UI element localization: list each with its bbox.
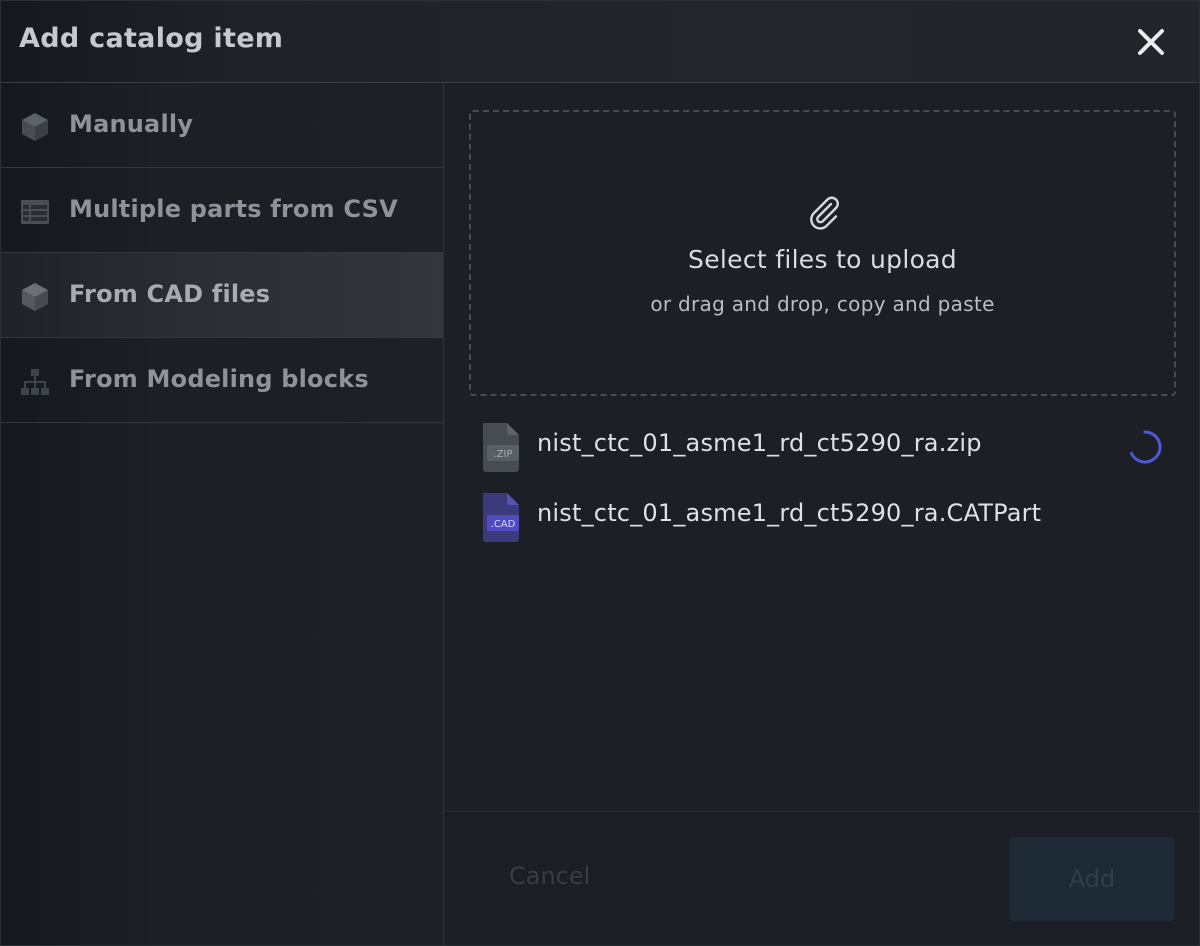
sidebar-item-label: From CAD files [69, 280, 271, 308]
file-name: nist_ctc_01_asme1_rd_ct5290_ra.zip [537, 429, 982, 457]
sidebar-item-label: Multiple parts from CSV [69, 195, 398, 223]
cancel-button[interactable]: Cancel [509, 862, 590, 890]
cube-icon [22, 283, 48, 311]
dropzone-subtitle: or drag and drop, copy and paste [650, 292, 995, 316]
table-icon [21, 200, 49, 224]
file-badge: .ZIP [493, 449, 512, 460]
dropzone-title: Select files to upload [688, 245, 957, 274]
zip-file-icon: .ZIP [483, 423, 519, 472]
file-list-item: .CAD nist_ctc_01_asme1_rd_ct5290_ra.CATP… [477, 491, 1177, 547]
add-catalog-item-dialog: Add catalog item Manually Multiple parts… [0, 0, 1200, 946]
add-button[interactable]: Add [1009, 837, 1175, 921]
dialog-title: Add catalog item [19, 23, 284, 54]
loading-spinner-icon [1130, 430, 1162, 464]
sidebar-item-modeling-blocks[interactable]: From Modeling blocks [1, 338, 443, 423]
dialog-footer: Cancel Add [444, 811, 1199, 945]
source-sidebar: Manually Multiple parts from CSV From CA… [1, 83, 444, 945]
sidebar-item-manually[interactable]: Manually [1, 83, 443, 168]
sidebar-item-label: Manually [69, 110, 194, 138]
sidebar-item-cad-files[interactable]: From CAD files [1, 253, 443, 338]
file-badge: .CAD [491, 519, 516, 530]
cube-icon [22, 113, 48, 141]
hierarchy-icon [21, 369, 49, 395]
close-button[interactable] [1135, 26, 1167, 58]
paperclip-icon [810, 196, 839, 230]
close-icon [1138, 29, 1164, 55]
cad-file-icon: .CAD [483, 493, 519, 542]
file-list-item: .ZIP nist_ctc_01_asme1_rd_ct5290_ra.zip [477, 421, 1177, 477]
dialog-header: Add catalog item [1, 1, 1199, 83]
sidebar-item-csv[interactable]: Multiple parts from CSV [1, 168, 443, 253]
file-name: nist_ctc_01_asme1_rd_ct5290_ra.CATPart [537, 499, 1042, 527]
sidebar-item-label: From Modeling blocks [69, 365, 369, 393]
upload-panel: Select files to upload or drag and drop,… [444, 83, 1199, 811]
file-dropzone[interactable]: Select files to upload or drag and drop,… [469, 110, 1176, 396]
